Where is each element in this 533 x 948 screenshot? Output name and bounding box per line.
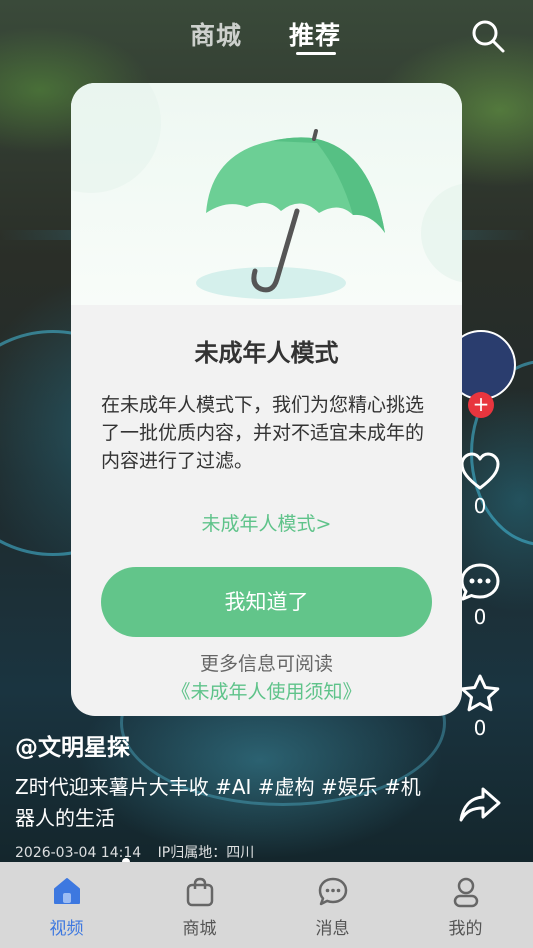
nav-item-mall[interactable]: 商城 xyxy=(133,862,266,948)
video-caption: Z时代迎来薯片大丰收 #AI #虚构 #娱乐 #机器人的生活 xyxy=(15,775,421,830)
umbrella-icon xyxy=(71,83,462,299)
dialog-body: 在未成年人模式下，我们为您精心挑选了一批优质内容，并对不适宜未成年的内容进行了过… xyxy=(101,394,425,472)
nav-label-video: 视频 xyxy=(49,919,84,939)
minor-mode-dialog: 未成年人模式 在未成年人模式下，我们为您精心挑选了一批优质内容，并对不适宜未成年… xyxy=(71,83,462,716)
message-icon xyxy=(318,877,347,906)
nav-label-mine: 我的 xyxy=(448,919,483,939)
shopping-bag-icon xyxy=(186,877,213,907)
nav-label-message: 消息 xyxy=(315,919,350,939)
minor-mode-link[interactable]: 未成年人模式> xyxy=(71,509,462,536)
comment-icon xyxy=(460,563,500,601)
dialog-title: 未成年人模式 xyxy=(194,339,339,367)
active-tab-indicator xyxy=(296,52,336,55)
person-icon xyxy=(453,877,478,908)
video-meta: 2026-03-04 14:14 IP归属地：四川 xyxy=(15,842,266,862)
share-action[interactable] xyxy=(448,783,512,827)
dialog-illustration xyxy=(71,83,462,305)
ip-location: IP归属地：四川 xyxy=(157,845,255,861)
terms-link[interactable]: 《未成年人使用须知》 xyxy=(71,677,462,704)
favorite-count: 0 xyxy=(473,716,487,740)
heart-icon xyxy=(460,452,500,490)
nav-label-mall: 商城 xyxy=(182,919,217,939)
tab-recommend[interactable]: 推荐 xyxy=(289,16,341,52)
star-icon xyxy=(460,674,500,712)
author-name[interactable]: @文明星探 xyxy=(15,728,130,762)
home-icon xyxy=(53,878,80,904)
bottom-nav: 视频 商城 消息 我的 xyxy=(0,862,533,948)
nav-item-mine[interactable]: 我的 xyxy=(399,862,532,948)
share-icon xyxy=(459,787,501,822)
nav-item-message[interactable]: 消息 xyxy=(266,862,399,948)
nav-item-video[interactable]: 视频 xyxy=(0,862,133,948)
search-icon[interactable] xyxy=(470,18,506,54)
top-bar: 商城 推荐 xyxy=(0,0,533,70)
confirm-button[interactable]: 我知道了 xyxy=(101,567,432,637)
follow-button[interactable]: + xyxy=(468,392,494,418)
tab-mall[interactable]: 商城 xyxy=(190,16,242,52)
more-info-text: 更多信息可阅读 xyxy=(199,653,333,675)
